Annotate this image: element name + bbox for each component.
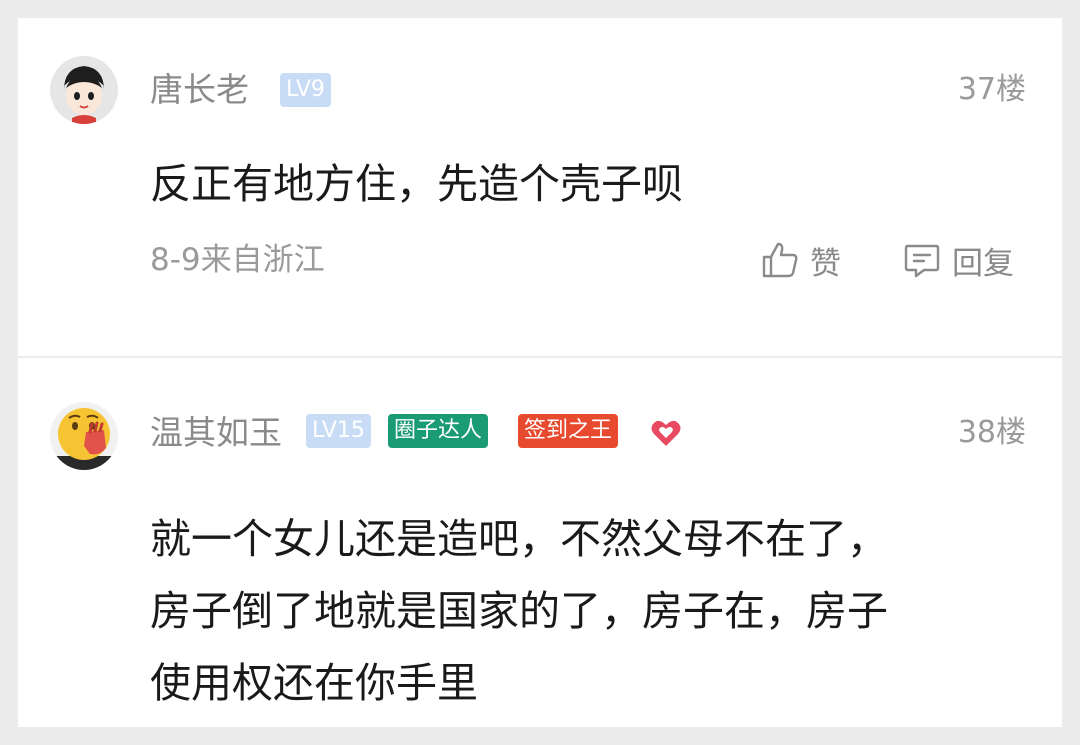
comment-text: 反正有地方住，先造个壳子呗	[150, 148, 683, 220]
username[interactable]: 温其如玉	[150, 413, 282, 453]
floor-number: 37楼	[957, 72, 1026, 107]
circle-expert-badge: 圈子达人	[388, 414, 489, 448]
checkin-king-badge: 签到之王	[518, 414, 619, 448]
comment-bubble-icon	[904, 244, 940, 278]
username[interactable]: 唐长老	[150, 70, 249, 110]
like-button[interactable]: 赞	[760, 238, 841, 282]
timestamp-location: 8-9来自浙江	[150, 242, 325, 278]
avatar[interactable]	[50, 402, 118, 470]
reply-button[interactable]: 回复	[902, 238, 1014, 282]
reply-label: 回复	[952, 245, 1014, 282]
level-badge: LV9	[280, 73, 331, 107]
comment-item: 温其如玉 LV15 圈子达人 签到之王 38楼 就一个女儿还是造吧，不然父母不在…	[18, 358, 1062, 727]
comment-line: 房子倒了地就是国家的了，房子在，房子	[150, 587, 888, 635]
floor-number: 38楼	[957, 415, 1026, 450]
comment-line: 反正有地方住，先造个壳子呗	[150, 160, 683, 208]
like-label: 赞	[810, 245, 841, 282]
emoji-face-avatar-icon	[50, 402, 118, 470]
comment-item: 唐长老 LV9 37楼 反正有地方住，先造个壳子呗 8-9来自浙江 赞 回复	[18, 18, 1062, 356]
level-badge: LV15	[306, 414, 371, 448]
comment-card: 唐长老 LV9 37楼 反正有地方住，先造个壳子呗 8-9来自浙江 赞 回复 温…	[18, 18, 1062, 727]
comment-line: 就一个女儿还是造吧，不然父母不在了，	[150, 515, 888, 563]
comment-text: 就一个女儿还是造吧，不然父母不在了， 房子倒了地就是国家的了，房子在，房子 使用…	[150, 503, 888, 719]
thumbs-up-icon	[762, 242, 798, 278]
heart-badge-icon	[650, 418, 682, 452]
comment-line: 使用权还在你手里	[150, 659, 478, 707]
cartoon-face-avatar-icon	[50, 56, 118, 124]
avatar[interactable]	[50, 56, 118, 124]
